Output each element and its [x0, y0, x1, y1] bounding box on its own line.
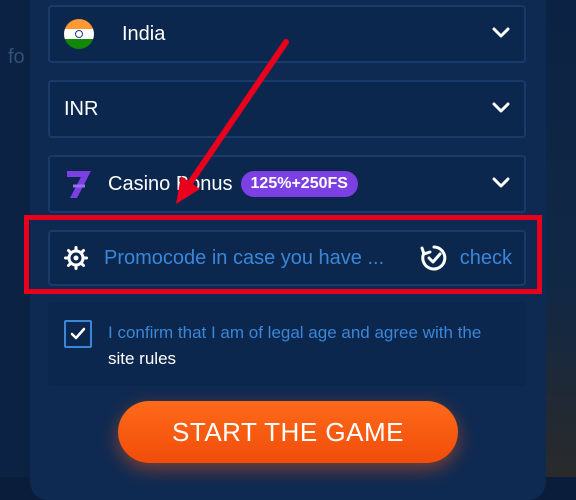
chevron-down-icon [492, 102, 510, 113]
background-right [544, 0, 576, 477]
country-label: India [122, 22, 166, 45]
casino-seven-icon [67, 171, 91, 198]
bonus-select[interactable]: Casino Bonus 125%+250FS [48, 155, 526, 213]
age-confirm-row: I confirm that I am of legal age and agr… [48, 302, 526, 386]
currency-select[interactable]: INR [48, 80, 526, 138]
highlight-box [24, 215, 542, 294]
currency-label: INR [64, 97, 99, 120]
background-partial-text: fo [8, 46, 25, 68]
india-flag-icon [64, 19, 94, 49]
chevron-down-icon [492, 177, 510, 188]
start-game-button[interactable]: START THE GAME [118, 401, 458, 463]
age-confirm-text: I confirm that I am of legal age and agr… [108, 320, 518, 372]
site-rules-link[interactable]: site rules [108, 349, 176, 368]
checkmark-icon [70, 327, 86, 340]
country-select[interactable]: India [48, 5, 526, 63]
age-confirm-checkbox[interactable] [64, 320, 92, 348]
confirm-text-main: I confirm that I am of legal age and agr… [108, 323, 482, 342]
bonus-badge: 125%+250FS [240, 171, 358, 197]
chevron-down-icon [492, 27, 510, 38]
bonus-label: Casino Bonus [108, 172, 233, 195]
